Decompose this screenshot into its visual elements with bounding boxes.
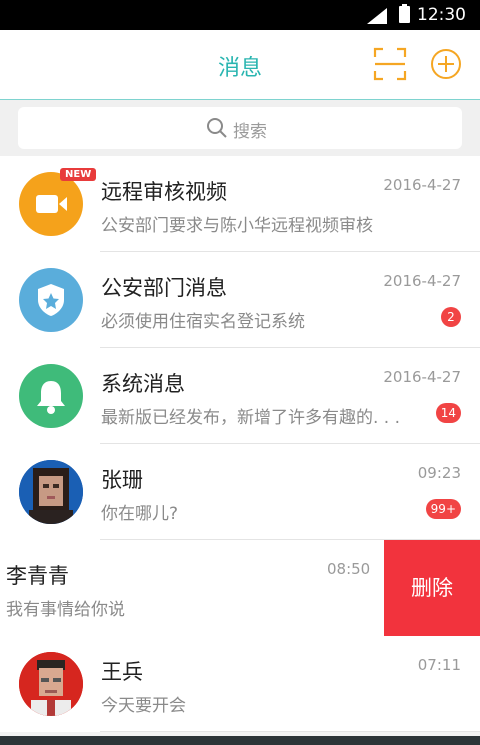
status-time: 12:30	[417, 5, 466, 25]
police-shield-icon	[19, 268, 83, 332]
battery-icon	[399, 4, 410, 23]
message-preview: 今天要开会	[101, 696, 186, 716]
avatar	[19, 460, 83, 524]
delete-button[interactable]: 删除	[384, 540, 480, 636]
list-item-swiped[interactable]: 李青青 08:50 我有事情给你说 删除	[0, 540, 480, 636]
unread-badge: 2	[441, 307, 461, 327]
message-date: 08:50	[327, 560, 371, 578]
divider	[100, 731, 480, 732]
header: 消息	[0, 30, 480, 100]
list-item[interactable]: NEW 远程审核视频 2016-4-27 公安部门要求与陈小华远程视频审核	[0, 156, 480, 252]
message-title: 张珊	[101, 468, 143, 492]
message-preview: 最新版已经发布，新增了许多有趣的. . .	[101, 408, 401, 428]
message-preview: 你在哪儿?	[101, 504, 179, 524]
scan-icon[interactable]	[373, 47, 407, 81]
message-preview: 公安部门要求与陈小华远程视频审核	[101, 216, 373, 236]
video-camera-icon	[19, 172, 83, 236]
message-title: 远程审核视频	[101, 180, 227, 204]
message-date: 2016-4-27	[383, 176, 461, 194]
list-item[interactable]: 王兵 07:11 今天要开会	[0, 636, 480, 732]
page-title: 消息	[217, 56, 262, 81]
search-placeholder: 搜索	[233, 122, 267, 142]
search-input[interactable]: 搜索	[18, 107, 462, 149]
search-icon	[207, 118, 227, 138]
new-badge: NEW	[60, 168, 97, 181]
avatar	[19, 652, 83, 716]
message-title: 李青青	[6, 564, 69, 588]
message-title: 公安部门消息	[101, 276, 227, 300]
message-date: 2016-4-27	[383, 368, 461, 386]
message-date: 09:23	[417, 464, 461, 482]
list-item[interactable]: 公安部门消息 2016-4-27 必须使用住宿实名登记系统 2	[0, 252, 480, 348]
message-date: 07:11	[417, 656, 461, 674]
bottom-bar	[0, 736, 480, 745]
message-date: 2016-4-27	[383, 272, 461, 290]
message-preview: 必须使用住宿实名登记系统	[101, 312, 305, 332]
bell-icon	[19, 364, 83, 428]
unread-badge: 14	[435, 403, 461, 423]
unread-badge: 99+	[425, 499, 461, 519]
message-title: 系统消息	[101, 372, 185, 396]
list-item[interactable]: 系统消息 2016-4-27 最新版已经发布，新增了许多有趣的. . . 14	[0, 348, 480, 444]
search-bar: 搜索	[0, 100, 480, 156]
status-bar: 12:30	[0, 0, 480, 30]
list-item[interactable]: 张珊 09:23 你在哪儿? 99+	[0, 444, 480, 540]
message-preview: 我有事情给你说	[6, 600, 125, 620]
add-icon[interactable]	[430, 48, 462, 80]
message-title: 王兵	[101, 660, 143, 684]
signal-icon	[367, 8, 387, 24]
